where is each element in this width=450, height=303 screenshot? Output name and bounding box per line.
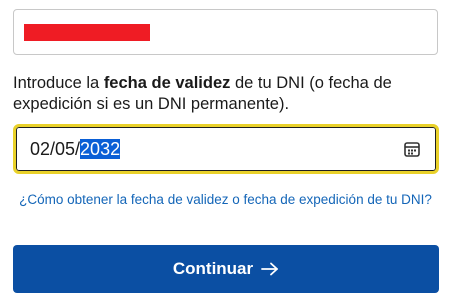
page: Introduce la fecha de validez de tu DNI … bbox=[0, 0, 450, 303]
continue-button[interactable]: Continuar bbox=[13, 245, 439, 293]
arrow-right-icon bbox=[261, 262, 279, 276]
date-year-selected[interactable]: 2032 bbox=[80, 139, 121, 159]
date-day-month[interactable]: 02/05/ bbox=[30, 139, 80, 159]
instruction-text: Introduce la fecha de validez de tu DNI … bbox=[13, 73, 438, 115]
document-number-field[interactable] bbox=[13, 9, 438, 55]
expiry-date-input[interactable]: 02/05/2032 bbox=[13, 124, 439, 174]
redacted-value bbox=[24, 24, 150, 41]
help-link[interactable]: ¿Cómo obtener la fecha de validez o fech… bbox=[13, 190, 438, 209]
instruction-bold: fecha de validez bbox=[103, 74, 231, 92]
instruction-prefix: Introduce la bbox=[13, 74, 104, 92]
date-value[interactable]: 02/05/2032 bbox=[30, 138, 121, 160]
continue-button-label: Continuar bbox=[172, 259, 254, 278]
calendar-icon[interactable] bbox=[403, 140, 421, 158]
